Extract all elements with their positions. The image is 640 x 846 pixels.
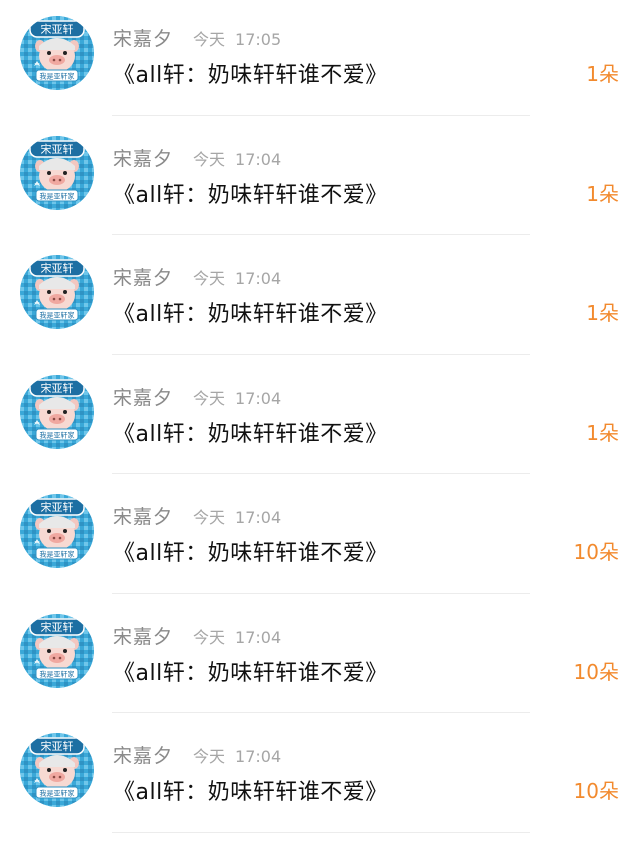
svg-text:宋亚轩: 宋亚轩	[41, 142, 74, 156]
date-label: 今天	[193, 149, 226, 169]
svg-text:宋亚轩: 宋亚轩	[41, 620, 74, 634]
username[interactable]: 宋嘉夕	[113, 622, 173, 649]
divider	[112, 473, 530, 474]
date-label: 今天	[193, 627, 226, 647]
username[interactable]: 宋嘉夕	[113, 24, 173, 51]
divider	[112, 353, 530, 355]
avatar[interactable]: 宋亚轩 我是亚轩家	[20, 374, 94, 449]
svg-text:我是亚轩家: 我是亚轩家	[40, 550, 75, 559]
message-text: 《all轩：奶味轩轩谁不爱》	[113, 421, 388, 447]
gift-count: 1朵	[586, 181, 619, 206]
message-text: 《all轩：奶味轩轩谁不爱》	[113, 302, 388, 327]
date-label: 今天	[193, 508, 226, 527]
timestamp: 17:04	[235, 269, 282, 288]
message-text: 《all轩：奶味轩轩谁不爱》	[113, 660, 388, 686]
timestamp: 17:04	[235, 627, 282, 647]
cartoon-pig-avatar-icon: 宋亚轩 我是亚轩家	[20, 255, 94, 329]
item-meta: 宋嘉夕 今天 17:04	[113, 383, 281, 411]
svg-text:我是亚轩家: 我是亚轩家	[40, 191, 75, 200]
avatar[interactable]: 宋亚轩 我是亚轩家	[20, 255, 94, 329]
message-text: 《all轩：奶味轩轩谁不爱》	[113, 780, 388, 805]
cartoon-pig-avatar-icon: 宋亚轩 我是亚轩家	[20, 135, 94, 210]
divider	[112, 114, 530, 116]
list-item[interactable]: 宋亚轩 我是亚轩家	[0, 598, 640, 718]
svg-text:我是亚轩家: 我是亚轩家	[40, 789, 75, 798]
list-item[interactable]: 宋亚轩 我是亚轩家	[0, 0, 640, 120]
date-label: 今天	[193, 269, 226, 288]
item-meta: 宋嘉夕 今天 17:04	[113, 622, 281, 650]
list-item[interactable]: 宋亚轩 我是亚轩家	[0, 239, 640, 359]
timestamp: 17:05	[235, 30, 282, 49]
cartoon-pig-avatar-icon: 宋亚轩 我是亚轩家	[20, 16, 94, 90]
username[interactable]: 宋嘉夕	[113, 741, 173, 768]
svg-text:我是亚轩家: 我是亚轩家	[40, 311, 75, 320]
username[interactable]: 宋嘉夕	[113, 144, 173, 171]
svg-text:我是亚轩家: 我是亚轩家	[40, 72, 75, 81]
list-item[interactable]: 宋亚轩 我是亚轩家	[0, 120, 640, 240]
svg-text:宋亚轩: 宋亚轩	[41, 261, 74, 275]
timestamp: 17:04	[235, 388, 282, 408]
cartoon-pig-avatar-icon: 宋亚轩 我是亚轩家	[20, 494, 94, 568]
item-meta: 宋嘉夕 今天 17:04	[113, 502, 281, 530]
timestamp: 17:04	[235, 508, 282, 527]
gift-count: 1朵	[586, 301, 619, 325]
date-label: 今天	[193, 747, 226, 766]
svg-text:宋亚轩: 宋亚轩	[41, 739, 74, 753]
item-meta: 宋嘉夕 今天 17:04	[113, 741, 281, 769]
list-item[interactable]: 宋亚轩 我是亚轩家	[0, 478, 640, 598]
gift-count: 10朵	[573, 540, 619, 564]
username[interactable]: 宋嘉夕	[113, 383, 173, 410]
avatar[interactable]: 宋亚轩 我是亚轩家	[20, 494, 94, 568]
list-item[interactable]: 宋亚轩 我是亚轩家	[0, 717, 640, 837]
cartoon-pig-avatar-icon: 宋亚轩 我是亚轩家	[20, 374, 94, 449]
gift-count: 10朵	[573, 659, 619, 684]
item-meta: 宋嘉夕 今天 17:04	[113, 263, 281, 291]
avatar[interactable]: 宋亚轩 我是亚轩家	[20, 613, 94, 688]
divider	[112, 712, 530, 713]
divider	[112, 592, 530, 594]
cartoon-pig-avatar-icon: 宋亚轩 我是亚轩家	[20, 613, 94, 688]
gift-count: 1朵	[586, 420, 619, 445]
avatar[interactable]: 宋亚轩 我是亚轩家	[20, 135, 94, 210]
date-label: 今天	[193, 388, 226, 408]
svg-text:宋亚轩: 宋亚轩	[41, 381, 74, 395]
gift-count: 1朵	[586, 62, 619, 86]
timestamp: 17:04	[235, 149, 282, 169]
username[interactable]: 宋嘉夕	[113, 263, 173, 290]
message-text: 《all轩：奶味轩轩谁不爱》	[113, 63, 388, 88]
message-text: 《all轩：奶味轩轩谁不爱》	[113, 541, 388, 566]
divider	[112, 831, 530, 833]
item-meta: 宋嘉夕 今天 17:04	[113, 144, 281, 172]
list-item[interactable]: 宋亚轩 我是亚轩家	[0, 359, 640, 479]
svg-text:宋亚轩: 宋亚轩	[41, 500, 74, 514]
timestamp: 17:04	[235, 747, 282, 766]
message-text: 《all轩：奶味轩轩谁不爱》	[113, 182, 388, 208]
svg-text:我是亚轩家: 我是亚轩家	[40, 669, 75, 678]
date-label: 今天	[193, 30, 226, 49]
divider	[112, 234, 530, 235]
avatar[interactable]: 宋亚轩 我是亚轩家	[20, 16, 94, 90]
cartoon-pig-avatar-icon: 宋亚轩 我是亚轩家	[20, 733, 94, 807]
username[interactable]: 宋嘉夕	[113, 502, 173, 529]
gift-record-list: 宋亚轩 我是亚轩家 宋嘉夕 今天 17:05 《all轩：奶味轩轩谁不爱》 1朵…	[0, 0, 640, 837]
avatar[interactable]: 宋亚轩 我是亚轩家	[20, 733, 94, 807]
gift-count: 10朵	[573, 779, 619, 803]
svg-text:宋亚轩: 宋亚轩	[41, 22, 74, 36]
svg-text:我是亚轩家: 我是亚轩家	[40, 430, 75, 439]
item-meta: 宋嘉夕 今天 17:05	[113, 24, 281, 52]
